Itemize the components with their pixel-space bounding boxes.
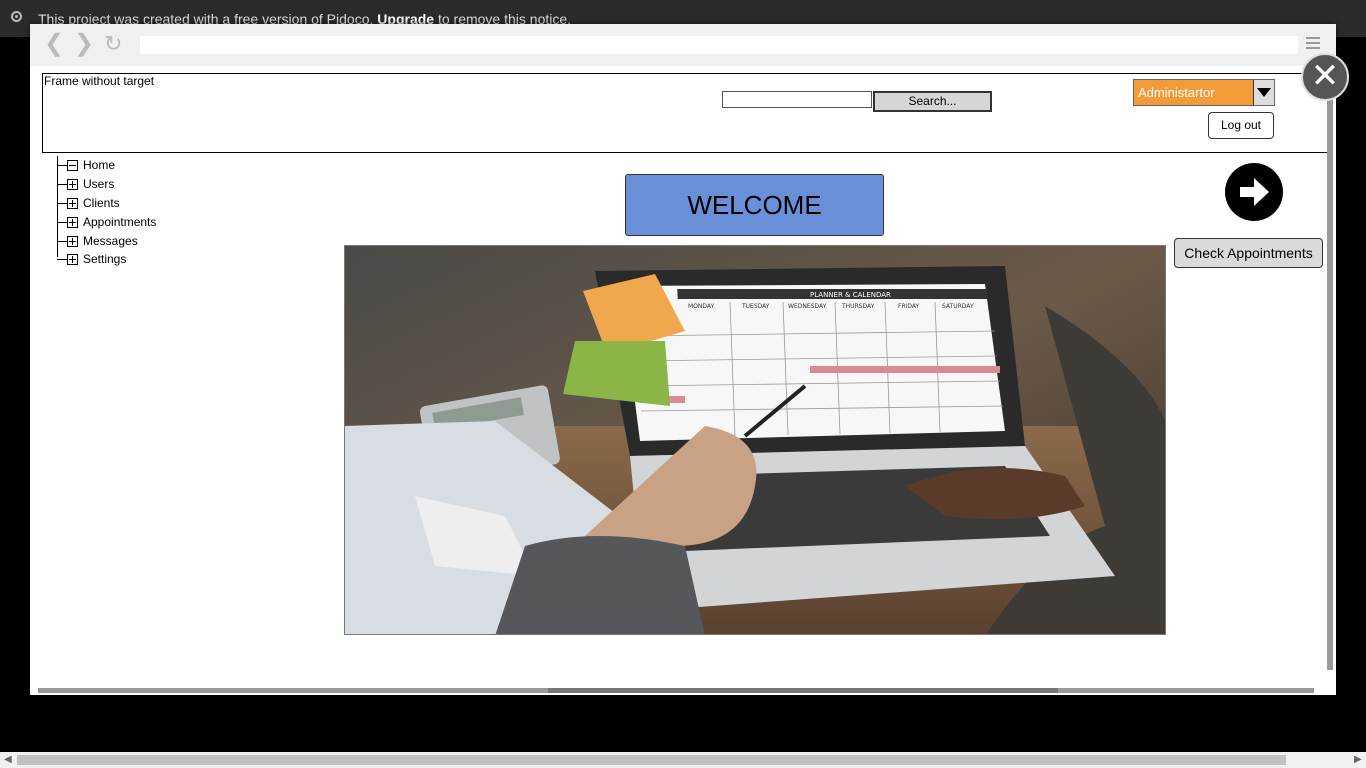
tree-item-home[interactable]: Home	[57, 156, 197, 174]
day-label: WEDNESDAY	[788, 303, 827, 310]
close-icon[interactable]: ✕	[1301, 53, 1349, 101]
expand-icon[interactable]	[67, 198, 78, 209]
tree-item-appointments[interactable]: Appointments	[57, 213, 197, 231]
role-dropdown[interactable]: Administartor	[1133, 79, 1275, 106]
forward-arrow-icon[interactable]: ❯	[74, 32, 94, 56]
day-label: THURSDAY	[841, 303, 875, 310]
pidoco-logo-icon	[11, 11, 22, 22]
tree-item-label: Clients	[83, 196, 120, 210]
reload-icon[interactable]: ↻	[104, 32, 122, 56]
expand-icon[interactable]	[67, 217, 78, 228]
expand-icon[interactable]	[67, 254, 78, 265]
expand-icon[interactable]	[67, 179, 78, 190]
welcome-banner[interactable]: WELCOME	[625, 174, 884, 236]
tree-item-label: Users	[83, 177, 115, 191]
back-arrow-icon[interactable]: ❮	[44, 32, 64, 56]
inner-scroll-thumb[interactable]	[548, 688, 1058, 693]
day-label: TUESDAY	[741, 303, 770, 310]
role-dropdown-value: Administartor	[1138, 85, 1215, 100]
page-horizontal-scrollbar[interactable]: ◀ ▶	[0, 752, 1366, 768]
header-frame: Frame without target Search... Administa…	[42, 73, 1328, 153]
search-button[interactable]: Search...	[873, 91, 992, 112]
scroll-left-icon[interactable]: ◀	[4, 754, 12, 765]
dropdown-arrow-icon[interactable]	[1253, 80, 1274, 105]
tree-item-messages[interactable]: Messages	[57, 232, 197, 250]
vertical-scrollbar[interactable]	[1327, 60, 1333, 670]
day-label: FRIDAY	[898, 303, 920, 310]
arrow-right-icon[interactable]	[1225, 163, 1283, 221]
search-input[interactable]	[722, 91, 872, 108]
tree-item-label: Messages	[83, 234, 138, 248]
tree-item-clients[interactable]: Clients	[57, 194, 197, 212]
tree-item-users[interactable]: Users	[57, 175, 197, 193]
collapse-icon[interactable]	[67, 160, 78, 171]
expand-icon[interactable]	[67, 236, 78, 247]
tree-item-label: Home	[83, 158, 116, 172]
scroll-right-icon[interactable]: ▶	[1354, 754, 1362, 765]
browser-toolbar: ❮ ❯ ↻	[30, 24, 1336, 66]
tree-item-settings[interactable]: Settings	[57, 250, 197, 268]
inner-horizontal-scrollbar[interactable]	[38, 688, 1314, 693]
logout-button[interactable]: Log out	[1208, 112, 1274, 139]
day-label: SATURDAY	[942, 303, 974, 310]
frame-label: Frame without target	[44, 74, 155, 88]
preview-window: ❮ ❯ ↻ Frame without target Search... Adm…	[30, 24, 1336, 695]
calendar-laptop-photo: PLANNER & CALENDAR MONDAY TUESDAY WEDNES…	[344, 245, 1166, 635]
day-label: MONDAY	[688, 303, 715, 310]
tree-item-label: Appointments	[83, 215, 157, 229]
hamburger-menu-icon[interactable]	[1306, 37, 1320, 52]
scroll-thumb[interactable]	[17, 755, 1286, 765]
tree-item-label: Settings	[83, 252, 127, 266]
calendar-title: PLANNER & CALENDAR	[810, 291, 891, 299]
address-bar[interactable]	[140, 36, 1298, 54]
check-appointments-button[interactable]: Check Appointments	[1174, 238, 1323, 268]
